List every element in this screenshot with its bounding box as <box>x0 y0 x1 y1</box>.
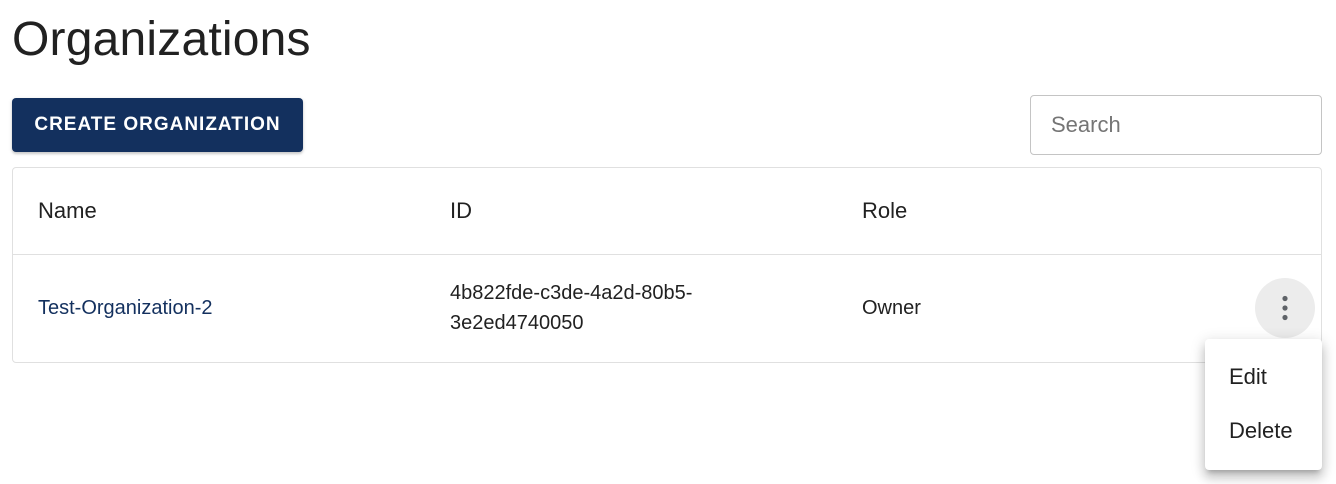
menu-item-delete[interactable]: Delete <box>1205 404 1322 458</box>
search-input[interactable] <box>1031 96 1321 154</box>
menu-item-edit[interactable]: Edit <box>1205 350 1322 404</box>
organization-id-line-2: 3e2ed4740050 <box>450 312 584 334</box>
organization-id: 4b822fde-c3de-4a2d-80b5- 3e2ed4740050 <box>450 278 692 338</box>
search-field <box>1030 95 1322 155</box>
more-vert-icon <box>1282 295 1288 321</box>
organizations-table: Name ID Role Test-Organization-2 4b822fd… <box>12 167 1322 363</box>
table-header: Name ID Role <box>13 168 1321 255</box>
organization-id-line-1: 4b822fde-c3de-4a2d-80b5- <box>450 282 693 304</box>
organization-role: Owner <box>862 297 921 319</box>
organizations-page: Organizations CREATE ORGANIZATION Name I… <box>0 0 1336 484</box>
column-header-id: ID <box>450 198 472 223</box>
create-organization-button[interactable]: CREATE ORGANIZATION <box>12 98 303 152</box>
row-actions-button[interactable] <box>1255 278 1315 338</box>
table-row: Test-Organization-2 4b822fde-c3de-4a2d-8… <box>13 255 1321 363</box>
page-title: Organizations <box>12 13 311 66</box>
row-actions-menu: Edit Delete <box>1205 339 1322 470</box>
organization-name-link[interactable]: Test-Organization-2 <box>38 293 213 323</box>
column-header-role: Role <box>862 198 908 223</box>
column-header-name: Name <box>38 198 97 223</box>
